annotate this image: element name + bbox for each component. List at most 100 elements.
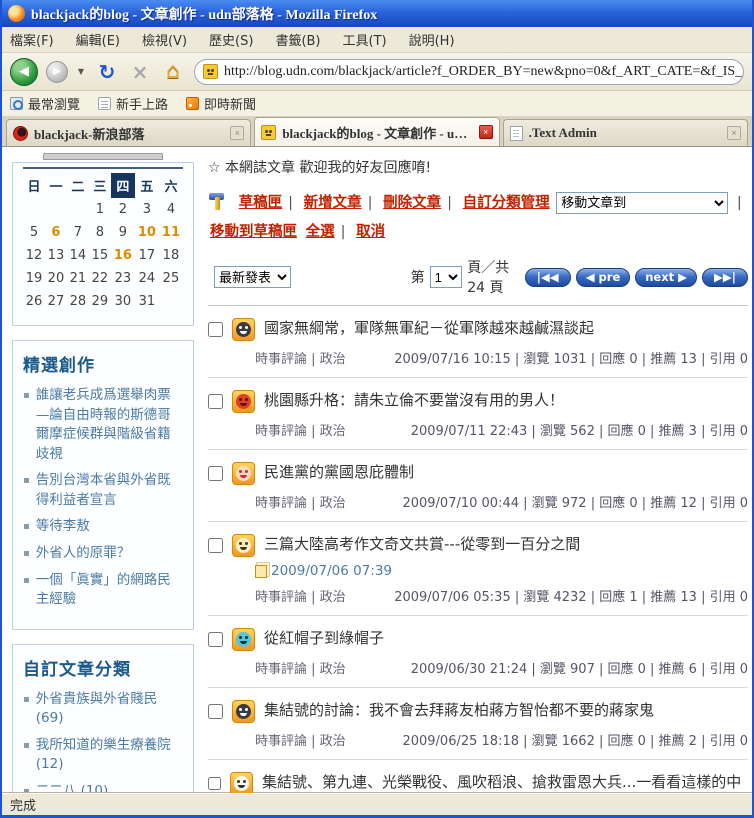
calendar-day-post[interactable]: 10	[135, 221, 159, 244]
page-number-select[interactable]: 1	[429, 266, 463, 288]
article-title-link[interactable]: 民進黨的黨國恩庇體制	[264, 462, 414, 484]
navigation-toolbar: ◀ ▶ ▼ ↻ × ⌂ http://blog.udn.com/blackjac…	[2, 53, 752, 91]
calendar-day: 7	[73, 225, 83, 240]
article-title-link[interactable]: 集結號的討論：我不會去拜蔣友柏蔣方智怡都不要的蔣家鬼	[264, 700, 654, 722]
article-category[interactable]: 時事評論 | 政治	[255, 348, 346, 367]
drafts-link[interactable]: 草稿匣	[239, 195, 283, 211]
featured-link[interactable]: 誰讓老兵成爲選舉肉票—論自由時報的斯德哥爾摩症候群與階級省籍歧視	[36, 386, 183, 464]
article-checkbox[interactable]	[208, 466, 223, 481]
manage-categories-link[interactable]: 自訂分類管理	[463, 195, 550, 211]
menu-help[interactable]: 說明(H)	[409, 30, 455, 49]
menu-view[interactable]: 檢視(V)	[142, 30, 187, 49]
delete-article-link[interactable]: 刪除文章	[383, 195, 441, 211]
article-title-link[interactable]: 集結號、第九連、光榮戰役、風吹稻浪、搶救雷恩大兵...一看看這樣的中國人戰役有多…	[262, 772, 748, 793]
history-dropdown-icon[interactable]: ▼	[76, 67, 86, 76]
back-button[interactable]: ◀	[10, 57, 38, 86]
rss-icon	[186, 97, 200, 110]
title-bar: blackjack的blog - 文章創作 - udn部落格 - Mozilla…	[2, 0, 752, 27]
calendar-day: 13	[47, 248, 65, 263]
calendar-day: 1	[95, 202, 105, 217]
calendar-day: 3	[142, 202, 152, 217]
article-row: 從紅帽子到綠帽子 時事評論 | 政治 2009/06/30 21:24 | 瀏覽 …	[208, 616, 748, 688]
article-checkbox[interactable]	[208, 322, 223, 337]
tab-udn-blog-active[interactable]: blackjack的blog - 文章創作 - ud… ×	[254, 117, 500, 146]
calendar-day: 9	[118, 225, 128, 240]
article-checkbox[interactable]	[208, 776, 221, 791]
article-manager: ☆ 本網誌文章 歡迎我的好友回應唷! 草稿匣 | 新增文章 | 刪除文章 | 自訂分類…	[208, 153, 752, 793]
article-checkbox[interactable]	[208, 704, 223, 719]
menu-tools[interactable]: 工具(T)	[343, 30, 387, 49]
category-link[interactable]: 二二八 (10)	[36, 782, 109, 793]
article-checkbox[interactable]	[208, 394, 223, 409]
stop-button[interactable]: ×	[128, 60, 152, 84]
article-category[interactable]: 時事評論 | 政治	[255, 586, 346, 605]
calendar-header: 五	[140, 180, 154, 195]
menu-edit[interactable]: 編輯(E)	[76, 30, 120, 49]
forward-button[interactable]: ▶	[46, 60, 68, 83]
article-category[interactable]: 時事評論 | 政治	[255, 730, 346, 749]
article-row: 三篇大陸高考作文奇文共賞---從零到一百分之間 2009/07/06 07:39…	[208, 522, 748, 616]
first-page-button[interactable]: |◀◀	[524, 267, 571, 287]
prev-page-button[interactable]: ◀ pre	[575, 267, 631, 287]
article-title-link[interactable]: 從紅帽子到綠帽子	[264, 628, 384, 650]
document-icon	[509, 125, 523, 141]
menu-history[interactable]: 歷史(S)	[209, 30, 253, 49]
calendar-day: 31	[138, 294, 156, 309]
calendar-day: 8	[95, 225, 105, 240]
calendar-header: 一	[49, 180, 63, 195]
close-icon[interactable]: ×	[726, 126, 741, 140]
move-to-draft-link[interactable]: 移動到草稿匣	[210, 224, 297, 240]
reload-button[interactable]: ↻	[94, 60, 120, 84]
article-stats: 2009/06/25 18:18 | 瀏覽 1662 | 回應 0 | 推薦 2…	[402, 734, 748, 749]
calendar-day: 2	[118, 202, 128, 217]
featured-link[interactable]: 一個「眞實」的網路民主經驗	[36, 571, 183, 610]
calendar-day: 26	[25, 294, 43, 309]
url-text[interactable]: http://blog.udn.com/blackjack/article?f_…	[224, 64, 743, 80]
home-button[interactable]: ⌂	[160, 59, 186, 84]
featured-link[interactable]: 告別台灣本省與外省既得利益者宣言	[36, 471, 183, 510]
calendar-header-today: 四	[110, 173, 135, 198]
select-all-link[interactable]: 全選	[306, 224, 335, 240]
bookmark-getting-started[interactable]: 新手上路	[98, 94, 168, 113]
url-bar[interactable]: http://blog.udn.com/blackjack/article?f_…	[194, 58, 744, 85]
page-count-label: 頁／共 24 頁	[467, 260, 510, 296]
calendar-day-post[interactable]: 6	[45, 221, 67, 244]
bookmark-latest-news[interactable]: 即時新聞	[186, 94, 256, 113]
featured-link[interactable]: 外省人的原罪？	[36, 544, 131, 564]
article-checkbox[interactable]	[208, 632, 223, 647]
calendar-day-post[interactable]: 11	[159, 221, 183, 244]
category-link[interactable]: 外省貴族與外省賤民 (69)	[36, 690, 183, 729]
close-icon[interactable]: ×	[478, 125, 493, 139]
last-page-button[interactable]: ▶▶|	[702, 267, 748, 287]
menu-bookmarks[interactable]: 書籤(B)	[275, 30, 320, 49]
cancel-link[interactable]: 取消	[356, 224, 385, 240]
article-category[interactable]: 時事評論 | 政治	[255, 492, 346, 511]
article-title-link[interactable]: 三篇大陸高考作文奇文共賞---從零到一百分之間	[264, 534, 580, 556]
menu-file[interactable]: 檔案(F)	[10, 30, 54, 49]
article-title-link[interactable]: 桃園縣升格：請朱立倫不要當沒有用的男人！	[264, 390, 564, 412]
move-article-select[interactable]: 移動文章到	[556, 191, 729, 214]
tab-text-admin[interactable]: .Text Admin ×	[502, 119, 748, 146]
list-item: ▪ 我所知道的樂生療養院 (12)	[23, 736, 183, 775]
status-text: 完成	[10, 799, 37, 814]
new-article-link[interactable]: 新增文章	[304, 195, 362, 211]
article-row: 桃園縣升格：請朱立倫不要當沒有用的男人！ 時事評論 | 政治 2009/07/11…	[208, 378, 748, 450]
calendar-day: 14	[69, 248, 87, 263]
scheduled-post-link[interactable]: 2009/07/06 07:39	[271, 563, 392, 579]
tab-sina-blog[interactable]: blackjack-新浪部落 ×	[6, 119, 252, 146]
pagination-buttons: |◀◀ ◀ pre next ▶ ▶▶|	[524, 267, 748, 287]
bookmark-most-visited[interactable]: 最常瀏覽	[10, 94, 80, 113]
close-icon[interactable]: ×	[230, 126, 245, 140]
article-title-link[interactable]: 國家無綱常，軍隊無軍紀－從軍隊越來越鹹濕談起	[264, 318, 594, 340]
window-title: blackjack的blog - 文章創作 - udn部落格 - Mozilla…	[31, 7, 378, 23]
article-checkbox[interactable]	[208, 538, 223, 553]
list-item: ▪ 外省人的原罪？	[23, 544, 183, 564]
article-category[interactable]: 時事評論 | 政治	[255, 420, 346, 439]
calendar-day-post[interactable]: 16	[111, 244, 135, 267]
page-selector-group: 第 1 頁／共 24 頁	[411, 257, 525, 297]
featured-link[interactable]: 等待李敖	[36, 517, 90, 537]
category-link[interactable]: 我所知道的樂生療養院 (12)	[36, 736, 183, 775]
article-category[interactable]: 時事評論 | 政治	[255, 658, 346, 677]
next-page-button[interactable]: next ▶	[635, 267, 697, 287]
sort-order-select[interactable]: 最新發表	[214, 266, 291, 288]
